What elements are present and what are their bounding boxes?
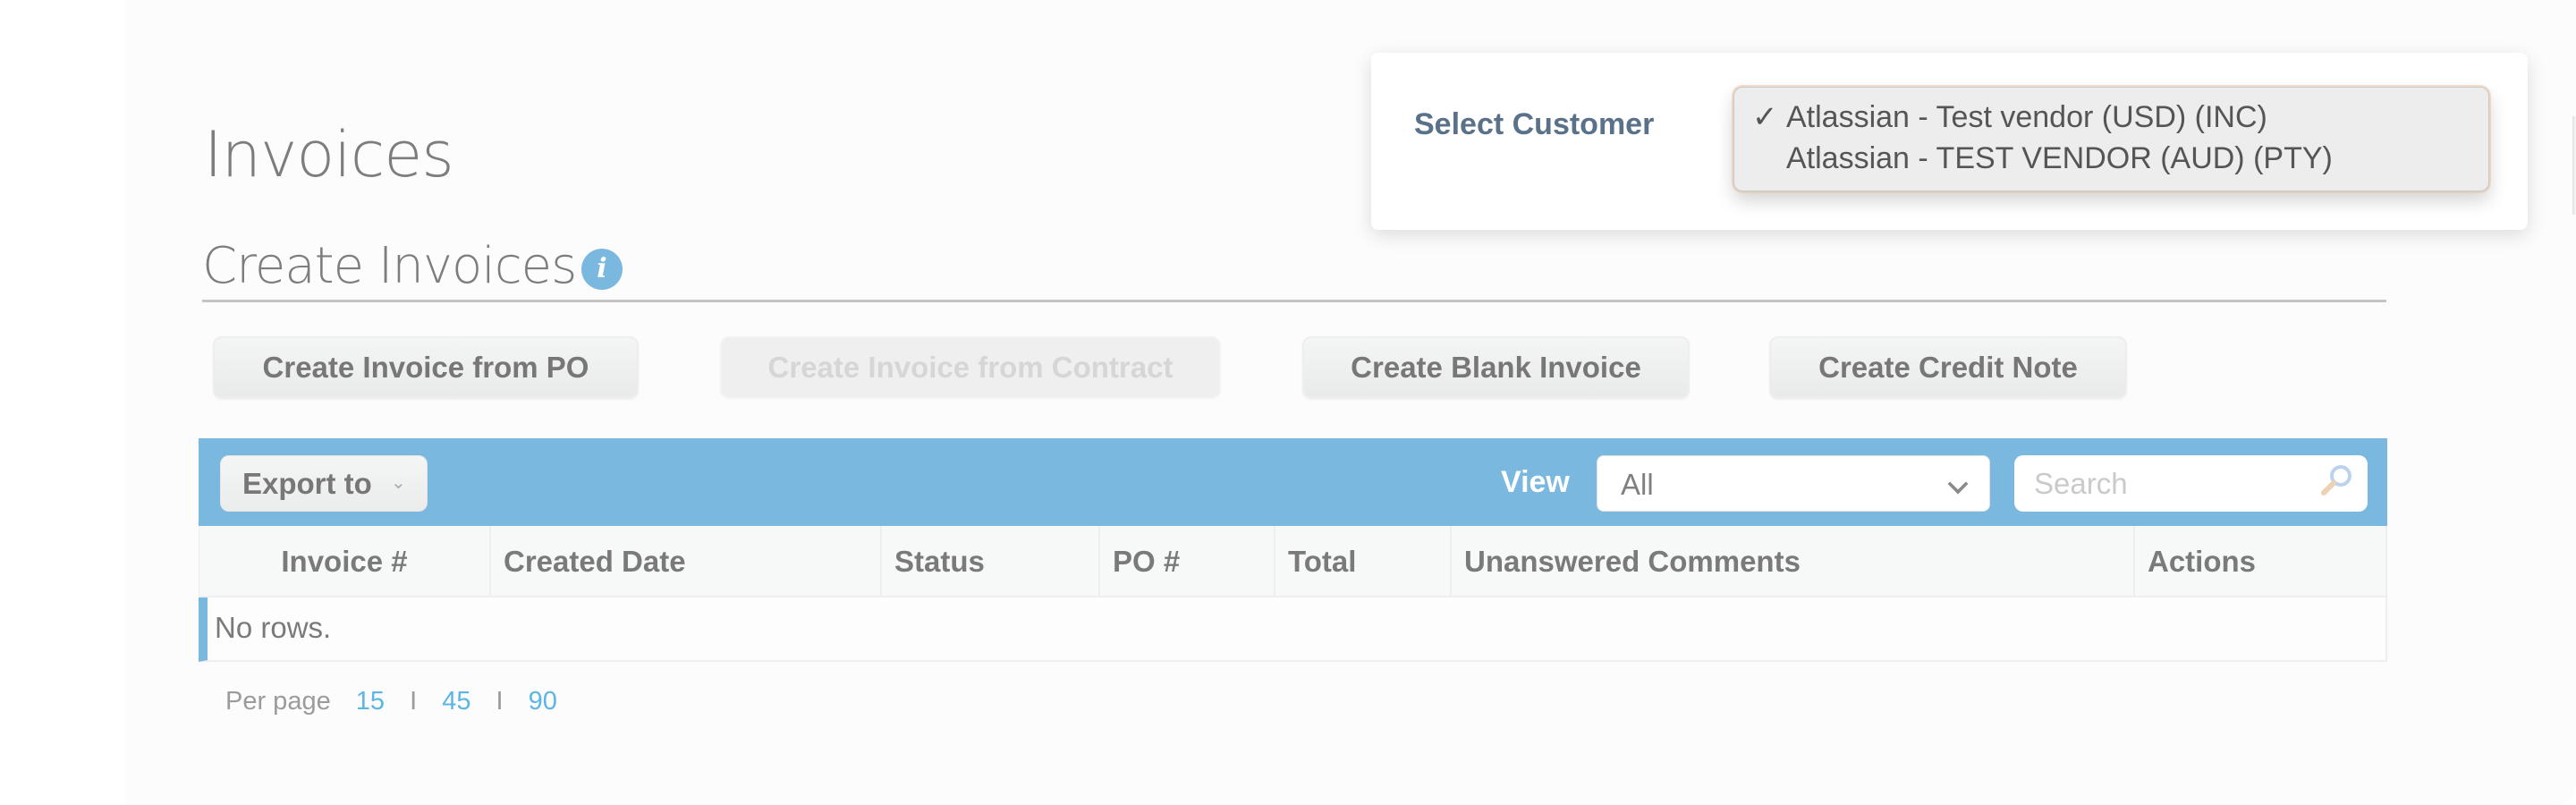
customer-option[interactable]: Atlassian - TEST VENDOR (AUD) (PTY) (1734, 138, 2488, 179)
column-header-invoice-number[interactable]: Invoice # (199, 526, 491, 596)
export-to-label: Export to (242, 467, 372, 500)
column-header-created-date[interactable]: Created Date (491, 526, 882, 596)
view-selected-value: All (1621, 468, 1654, 501)
chevron-down-icon: ⌄ (391, 473, 406, 493)
customer-option[interactable]: ✓ Atlassian - Test vendor (USD) (INC) (1734, 97, 2488, 138)
per-page-option-15[interactable]: 15 (356, 687, 385, 716)
invoices-table: Export to ⌄ View All Invoice # Created D… (199, 438, 2387, 662)
column-header-unanswered-comments[interactable]: Unanswered Comments (1452, 526, 2135, 596)
table-toolbar: Export to ⌄ View All (199, 438, 2387, 526)
create-invoice-from-po-button[interactable]: Create Invoice from PO (213, 336, 639, 399)
column-header-actions: Actions (2148, 545, 2257, 578)
info-icon[interactable]: i (581, 249, 623, 290)
section-header: Create Invoices i (202, 234, 2386, 302)
pagination: Per page 15 I 45 I 90 (225, 680, 557, 723)
create-blank-invoice-button[interactable]: Create Blank Invoice (1302, 336, 1690, 399)
customer-dropdown-menu[interactable]: ✓ Atlassian - Test vendor (USD) (INC) At… (1733, 87, 2489, 191)
chevron-down-icon (1947, 473, 1969, 495)
column-header-total[interactable]: Total (1275, 526, 1452, 596)
pagination-separator: I (410, 687, 418, 716)
section-title: Create Invoices (202, 237, 577, 295)
create-invoice-from-contract-button: Create Invoice from Contract (720, 336, 1221, 399)
empty-message: No rows. (215, 611, 332, 644)
per-page-label: Per page (225, 687, 331, 716)
export-to-button[interactable]: Export to ⌄ (220, 455, 428, 512)
per-page-option-90[interactable]: 90 (529, 687, 557, 716)
customer-option-label: Atlassian - TEST VENDOR (AUD) (PTY) (1786, 141, 2333, 175)
select-customer-label: Select Customer (1414, 107, 1655, 141)
column-header-po-number[interactable]: PO # (1100, 526, 1275, 596)
select-customer-panel: Select Customer ✓ Atlassian - Test vendo… (1371, 53, 2528, 230)
table-header-row: Invoice # Created Date Status PO # Total… (199, 526, 2387, 597)
checkmark-icon: ✓ (1752, 100, 1778, 134)
create-credit-note-button[interactable]: Create Credit Note (1769, 336, 2127, 399)
empty-table-row: No rows. (199, 597, 2387, 662)
view-select[interactable]: All (1597, 455, 1990, 512)
search-input[interactable] (2014, 455, 2368, 512)
pagination-separator: I (496, 687, 504, 716)
view-label: View (1501, 465, 1570, 499)
per-page-option-45[interactable]: 45 (442, 687, 470, 716)
window-edge (2572, 116, 2576, 215)
column-header-status[interactable]: Status (882, 526, 1100, 596)
customer-option-label: Atlassian - Test vendor (USD) (INC) (1786, 100, 2267, 134)
page-title: Invoices (204, 118, 454, 191)
search-icon[interactable] (2317, 462, 2356, 501)
